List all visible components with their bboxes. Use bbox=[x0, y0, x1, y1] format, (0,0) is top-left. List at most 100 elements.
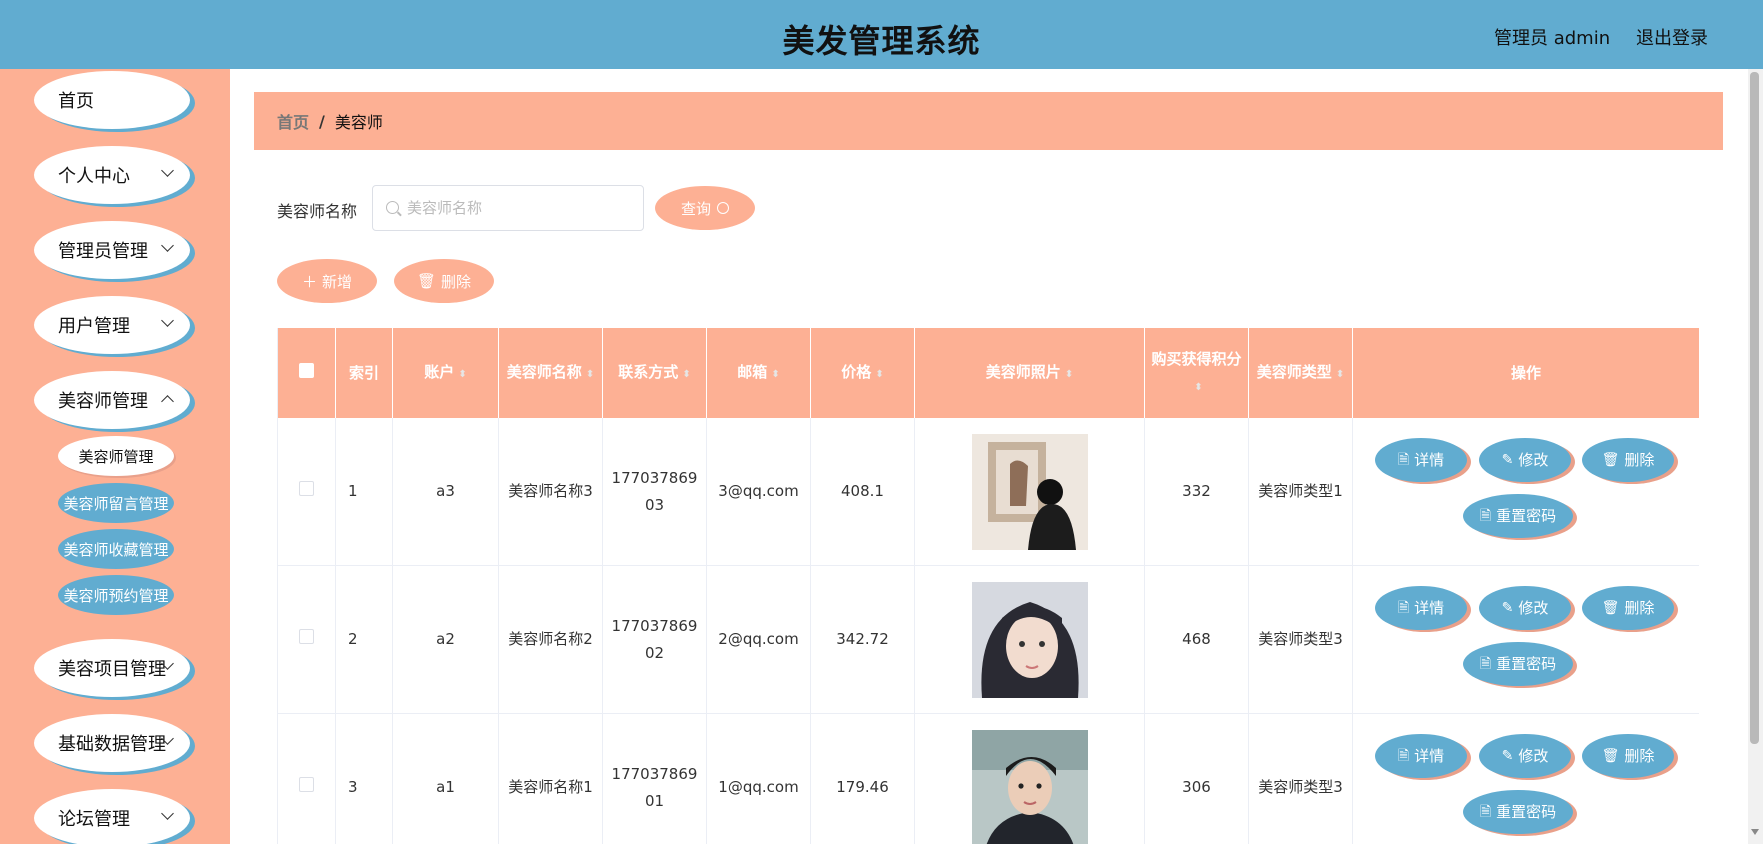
sidebar-item-beauty-project-management[interactable]: 美容项目管理 bbox=[34, 639, 190, 697]
sort-icon[interactable]: ⬍ bbox=[586, 369, 594, 380]
cell-actions: 🗎 详情 ✎ 修改 🗑 删除 🗎 重置密码 bbox=[1352, 418, 1699, 566]
delete-button[interactable]: 🗑 删除 bbox=[1582, 438, 1674, 482]
batch-delete-button[interactable]: 🗑 删除 bbox=[394, 259, 494, 303]
sidebar-item-user-management[interactable]: 用户管理 bbox=[34, 296, 190, 354]
trash-icon: 🗑 bbox=[1601, 451, 1620, 468]
sidebar-item-label: 美容项目管理 bbox=[58, 659, 166, 680]
submenu-beautician-management[interactable]: 美容师管理 bbox=[58, 436, 174, 476]
edit-label: 修改 bbox=[1518, 746, 1549, 765]
add-button[interactable]: ＋ 新增 bbox=[277, 259, 377, 303]
sort-icon[interactable]: ⬍ bbox=[1194, 382, 1202, 393]
add-button-label: 新增 bbox=[322, 272, 353, 291]
delete-button[interactable]: 🗑 删除 bbox=[1582, 734, 1674, 778]
cell-phone: 17703786903 bbox=[602, 418, 707, 566]
query-button-label: 查询 bbox=[680, 199, 711, 218]
sidebar-item-beautician-management[interactable]: 美容师管理 bbox=[34, 371, 190, 429]
select-all-checkbox[interactable] bbox=[299, 363, 314, 378]
row-checkbox[interactable] bbox=[299, 629, 314, 644]
sidebar-item-home[interactable]: 首页 bbox=[34, 71, 190, 129]
column-header-points[interactable]: 购买获得积分 ⬍ bbox=[1144, 328, 1249, 418]
select-all-header bbox=[277, 328, 336, 418]
sort-icon[interactable]: ⬍ bbox=[458, 369, 466, 380]
sidebar-item-forum-management[interactable]: 论坛管理 bbox=[34, 789, 190, 844]
column-header-email[interactable]: 邮箱 ⬍ bbox=[706, 328, 811, 418]
submenu-beautician-messages[interactable]: 美容师留言管理 bbox=[58, 483, 174, 523]
breadcrumb-home[interactable]: 首页 bbox=[277, 109, 309, 133]
sidebar-item-base-data-management[interactable]: 基础数据管理 bbox=[34, 714, 190, 772]
column-header-label: 美容师名称 bbox=[506, 362, 582, 381]
sidebar-item-label: 美容师管理 bbox=[58, 391, 148, 412]
batch-delete-label: 删除 bbox=[441, 272, 472, 291]
submenu-beautician-favorites[interactable]: 美容师收藏管理 bbox=[58, 529, 174, 569]
document-icon: 🗎 bbox=[1397, 451, 1410, 468]
trash-icon: 🗑 bbox=[1601, 599, 1620, 616]
edit-button[interactable]: ✎ 修改 bbox=[1479, 586, 1571, 630]
search-field[interactable] bbox=[372, 185, 644, 231]
row-checkbox[interactable] bbox=[299, 777, 314, 792]
column-header-price[interactable]: 价格 ⬍ bbox=[810, 328, 915, 418]
edit-button[interactable]: ✎ 修改 bbox=[1479, 734, 1571, 778]
row-select-cell bbox=[277, 418, 336, 566]
column-header-index: 索引 bbox=[335, 328, 393, 418]
column-header-account[interactable]: 账户 ⬍ bbox=[392, 328, 499, 418]
reset-password-button[interactable]: 🗎 重置密码 bbox=[1463, 642, 1573, 686]
detail-button[interactable]: 🗎 详情 bbox=[1375, 438, 1467, 482]
chevron-down-icon bbox=[161, 164, 174, 177]
scrollbar-thumb[interactable] bbox=[1750, 72, 1759, 744]
sort-icon[interactable]: ⬍ bbox=[1336, 369, 1344, 380]
sidebar-item-admin-management[interactable]: 管理员管理 bbox=[34, 221, 190, 279]
cell-points: 468 bbox=[1144, 565, 1249, 714]
current-user-label: 管理员 admin bbox=[1494, 28, 1611, 49]
column-header-type[interactable]: 美容师类型 ⬍ bbox=[1248, 328, 1353, 418]
edit-button[interactable]: ✎ 修改 bbox=[1479, 438, 1571, 482]
breadcrumb-current: 美容师 bbox=[334, 113, 383, 132]
search-input[interactable] bbox=[407, 186, 637, 230]
cell-photo bbox=[914, 565, 1145, 714]
search-icon bbox=[386, 201, 399, 214]
sort-icon[interactable]: ⬍ bbox=[771, 369, 779, 380]
sort-icon[interactable]: ⬍ bbox=[682, 369, 690, 380]
reset-password-label: 重置密码 bbox=[1496, 654, 1557, 673]
column-header-phone[interactable]: 联系方式 ⬍ bbox=[602, 328, 707, 418]
reset-password-button[interactable]: 🗎 重置密码 bbox=[1463, 494, 1573, 538]
cell-name: 美容师名称2 bbox=[498, 565, 603, 714]
sidebar: 首页 个人中心 管理员管理 用户管理 美容师管理 美容师管理 美容师留言管理 美… bbox=[0, 69, 230, 844]
chevron-down-icon bbox=[161, 314, 174, 327]
submenu-beautician-appointments[interactable]: 美容师预约管理 bbox=[58, 575, 174, 615]
edit-label: 修改 bbox=[1518, 598, 1549, 617]
detail-button[interactable]: 🗎 详情 bbox=[1375, 734, 1467, 778]
cell-phone: 17703786902 bbox=[602, 565, 707, 714]
scroll-down-arrow-icon[interactable] bbox=[1751, 829, 1759, 835]
query-button[interactable]: 查询 bbox=[655, 186, 755, 230]
column-header-label: 购买获得积分 bbox=[1151, 349, 1242, 368]
breadcrumb: 首页 / 美容师 bbox=[254, 92, 1723, 150]
document-icon: 🗎 bbox=[1479, 655, 1492, 672]
reset-password-button[interactable]: 🗎 重置密码 bbox=[1463, 790, 1573, 834]
cell-actions: 🗎 详情 ✎ 修改 🗑 删除 🗎 重置密码 bbox=[1352, 565, 1699, 714]
detail-label: 详情 bbox=[1414, 450, 1445, 469]
logout-link[interactable]: 退出登录 bbox=[1636, 24, 1708, 50]
cell-email: 1@qq.com bbox=[706, 713, 811, 844]
pencil-icon: ✎ bbox=[1501, 747, 1514, 764]
sort-icon[interactable]: ⬍ bbox=[875, 369, 883, 380]
column-header-label: 联系方式 bbox=[618, 362, 679, 381]
sort-icon[interactable]: ⬍ bbox=[1065, 369, 1073, 380]
delete-button[interactable]: 🗑 删除 bbox=[1582, 586, 1674, 630]
document-icon: 🗎 bbox=[1479, 507, 1492, 524]
breadcrumb-separator: / bbox=[319, 111, 325, 131]
chevron-down-icon bbox=[161, 239, 174, 252]
cell-actions: 🗎 详情 ✎ 修改 🗑 删除 🗎 重置密码 bbox=[1352, 713, 1699, 844]
sidebar-item-label: 用户管理 bbox=[58, 316, 130, 337]
detail-button[interactable]: 🗎 详情 bbox=[1375, 586, 1467, 630]
sidebar-item-personal-center[interactable]: 个人中心 bbox=[34, 146, 190, 204]
detail-label: 详情 bbox=[1414, 746, 1445, 765]
column-header-name[interactable]: 美容师名称 ⬍ bbox=[498, 328, 603, 418]
cell-index: 3 bbox=[335, 713, 393, 844]
beautician-photo bbox=[971, 729, 1088, 844]
pencil-icon: ✎ bbox=[1501, 599, 1514, 616]
column-header-photo[interactable]: 美容师照片 ⬍ bbox=[914, 328, 1145, 418]
row-checkbox[interactable] bbox=[299, 481, 314, 496]
column-header-label: 价格 bbox=[841, 362, 872, 381]
beautician-photo bbox=[971, 433, 1088, 550]
top-header: 美发管理系统 管理员 admin 退出登录 bbox=[0, 0, 1763, 69]
